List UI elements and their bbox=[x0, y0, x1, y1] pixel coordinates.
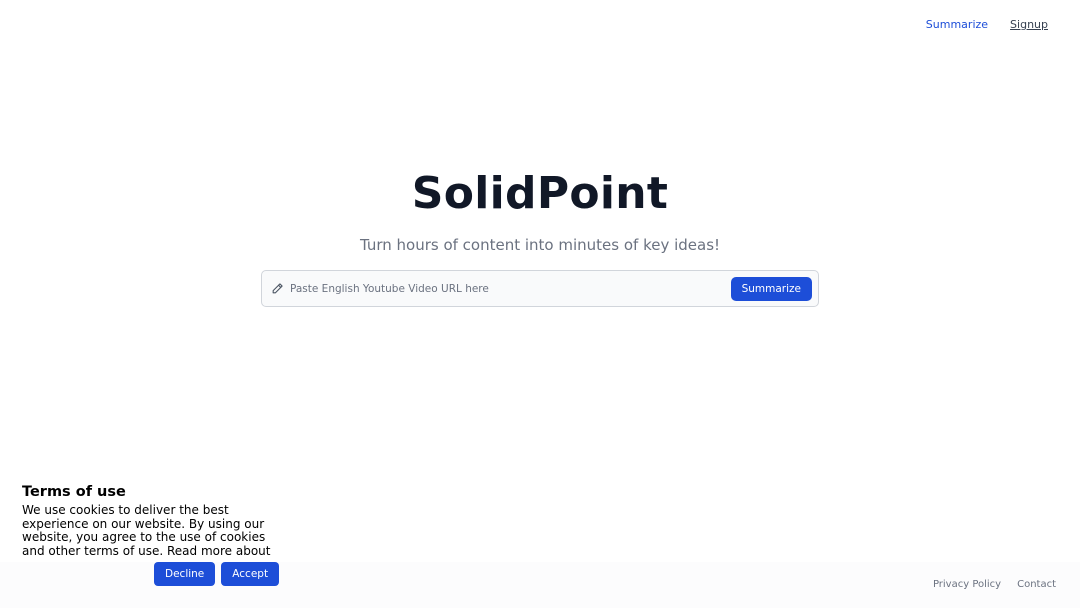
cookie-banner-text: We use cookies to deliver the best exper… bbox=[22, 504, 271, 558]
cookie-actions: Decline Accept bbox=[154, 562, 280, 586]
nav-signup-link[interactable]: Signup bbox=[1010, 18, 1048, 31]
decline-button[interactable]: Decline bbox=[154, 562, 216, 586]
top-nav: Summarize Signup bbox=[926, 18, 1048, 31]
accept-button[interactable]: Accept bbox=[221, 562, 280, 586]
page-subtitle: Turn hours of content into minutes of ke… bbox=[359, 236, 721, 254]
summarize-button[interactable]: Summarize bbox=[730, 276, 812, 301]
page: Summarize Signup SolidPoint Turn hours o… bbox=[0, 0, 1080, 608]
pencil-icon bbox=[270, 282, 284, 296]
nav-summarize-link[interactable]: Summarize bbox=[926, 18, 988, 31]
cookie-banner: Terms of use We use cookies to deliver t… bbox=[22, 484, 282, 558]
privacy-policy-link[interactable]: Privacy Policy bbox=[933, 579, 1001, 590]
contact-link[interactable]: Contact bbox=[1017, 579, 1056, 590]
url-search-box: Summarize bbox=[261, 270, 819, 307]
video-url-input[interactable] bbox=[284, 271, 731, 306]
footer-links: Privacy Policy Contact bbox=[933, 579, 1056, 590]
page-title: SolidPoint bbox=[411, 168, 669, 219]
cookie-banner-title: Terms of use bbox=[22, 484, 126, 500]
